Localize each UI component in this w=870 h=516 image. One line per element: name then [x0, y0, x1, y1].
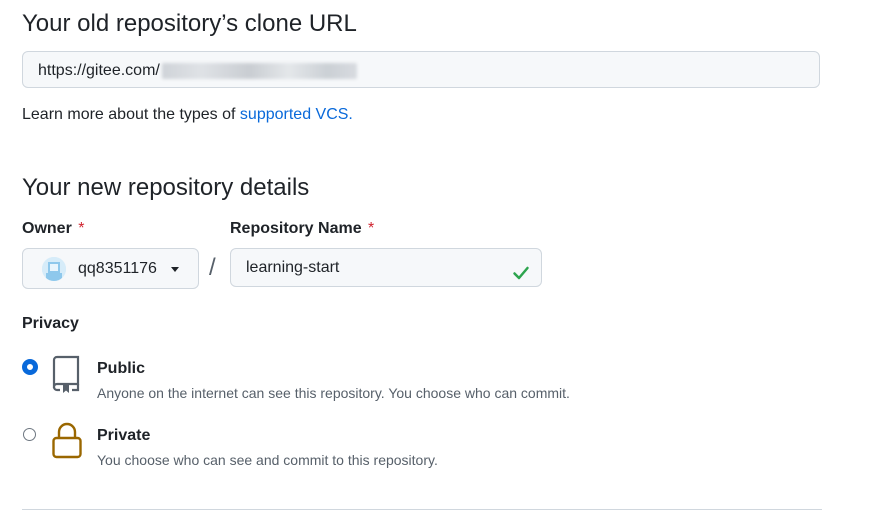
chevron-down-icon	[171, 267, 179, 272]
public-title: Public	[97, 360, 146, 377]
old-repo-heading: Your old repository’s clone URL	[22, 10, 357, 37]
learn-more-prefix: Learn more about the types of	[22, 106, 240, 123]
clone-url-value: https://gitee.com/	[38, 62, 160, 79]
private-title: Private	[97, 427, 151, 444]
new-repo-heading: Your new repository details	[22, 174, 310, 201]
owner-label-text: Owner	[22, 220, 72, 237]
owner-repo-separator: /	[209, 254, 216, 281]
repo-name-label: Repository Name *	[230, 218, 374, 240]
privacy-label: Privacy	[22, 315, 79, 332]
repository-name-value: learning-start	[246, 259, 340, 276]
learn-more-text: Learn more about the types of supported …	[22, 104, 353, 126]
private-description: You choose who can see and commit to thi…	[97, 452, 438, 468]
repository-name-input[interactable]: learning-start	[230, 248, 542, 287]
repo-name-required-marker: *	[368, 220, 375, 237]
owner-required-marker: *	[78, 220, 85, 237]
owner-dropdown-button[interactable]: qq8351176	[22, 248, 199, 289]
check-icon	[512, 259, 530, 296]
public-description: Anyone on the internet can see this repo…	[97, 385, 570, 401]
public-radio[interactable]	[23, 360, 37, 374]
supported-vcs-link[interactable]: supported VCS.	[240, 106, 353, 123]
owner-label: Owner *	[22, 218, 84, 240]
section-divider	[22, 509, 822, 510]
clone-url-input[interactable]: https://gitee.com/	[22, 51, 820, 88]
repo-name-label-text: Repository Name	[230, 220, 362, 237]
avatar	[42, 257, 66, 281]
lock-icon	[51, 422, 83, 465]
owner-name: qq8351176	[78, 260, 157, 277]
repo-book-icon	[50, 354, 82, 399]
private-radio[interactable]	[23, 428, 36, 441]
redacted-url-part	[161, 62, 357, 79]
